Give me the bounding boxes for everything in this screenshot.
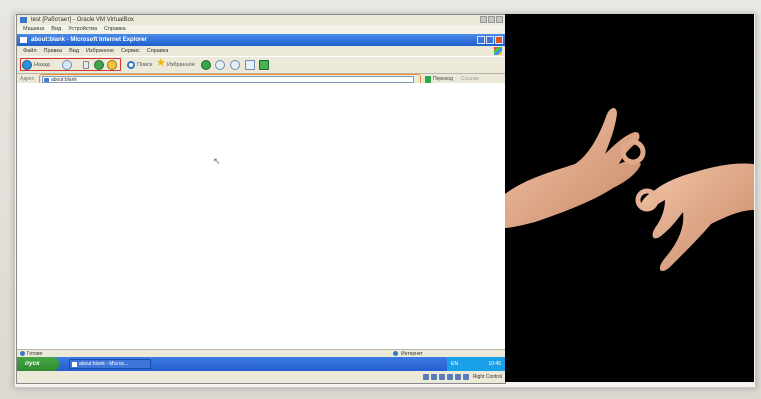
minimize-button[interactable] xyxy=(480,16,487,23)
ie-menu-view[interactable]: Вид xyxy=(69,46,79,56)
right-hand xyxy=(640,163,754,272)
ie-toolbar: Назад Поиск ★ Избранное xyxy=(17,56,505,74)
usb-icon[interactable] xyxy=(439,374,445,380)
mouse-integration-icon[interactable] xyxy=(463,374,469,380)
left-hand xyxy=(505,108,641,228)
windows-logo-icon xyxy=(494,47,502,55)
shared-folder-icon[interactable] xyxy=(455,374,461,380)
ie-titlebar: about:blank - Microsoft Internet Explore… xyxy=(17,34,505,46)
ie-icon xyxy=(20,37,27,43)
virtualbox-statusbar: Right Control xyxy=(17,371,505,383)
menu-view[interactable]: Вид xyxy=(51,25,61,34)
globe-icon xyxy=(20,351,25,356)
history-icon[interactable] xyxy=(215,60,225,70)
ie-task-icon xyxy=(72,362,77,367)
ie-menu-file[interactable]: Файл xyxy=(23,46,37,56)
close-button[interactable] xyxy=(496,16,503,23)
links-label[interactable]: Ссылки xyxy=(461,76,479,82)
windows-taskbar: пуск about:blank - Micros... EN 10:45 xyxy=(17,357,505,371)
window-controls xyxy=(480,16,503,23)
internet-zone-icon xyxy=(393,351,398,356)
cd-icon[interactable] xyxy=(431,374,437,380)
start-button[interactable]: пуск xyxy=(17,357,59,371)
search-icon[interactable] xyxy=(127,61,135,69)
signing-hands-illustration xyxy=(505,108,754,272)
virtualbox-window: test [Работает] - Oracle VM VirtualBox М… xyxy=(16,14,506,384)
search-label: Поиск xyxy=(137,62,153,68)
menu-help[interactable]: Справка xyxy=(104,25,126,34)
tray-clock: 10:45 xyxy=(488,361,501,367)
host-key-label: Right Control xyxy=(472,374,502,380)
go-arrow-icon[interactable] xyxy=(425,76,431,83)
sign-language-video xyxy=(505,14,754,382)
maximize-button[interactable] xyxy=(488,16,495,23)
tray-language[interactable]: EN xyxy=(451,357,458,371)
edit-icon[interactable] xyxy=(259,60,269,70)
taskbar-item[interactable]: about:blank - Micros... xyxy=(69,359,151,369)
ie-menu-tools[interactable]: Сервис xyxy=(121,46,140,56)
menu-machine[interactable]: Машина xyxy=(23,25,44,34)
network-icon[interactable] xyxy=(447,374,453,380)
toolbar-highlight xyxy=(20,58,121,71)
hdd-icon[interactable] xyxy=(423,374,429,380)
ie-close-button[interactable] xyxy=(495,36,503,44)
go-label[interactable]: Переход xyxy=(433,76,453,82)
ie-menu-edit[interactable]: Правка xyxy=(44,46,63,56)
mail-icon[interactable] xyxy=(230,60,240,70)
ie-menu-help[interactable]: Справка xyxy=(147,46,169,56)
ie-menu-favorites[interactable]: Избранное xyxy=(86,46,114,56)
system-tray: EN 10:45 xyxy=(447,357,505,371)
address-label: Адрес xyxy=(20,76,35,82)
device-icons xyxy=(423,374,469,380)
media-icon[interactable] xyxy=(201,60,211,70)
virtualbox-titlebar: test [Работает] - Oracle VM VirtualBox xyxy=(17,15,505,25)
ie-menubar: Файл Правка Вид Избранное Сервис Справка xyxy=(17,46,505,56)
print-icon[interactable] xyxy=(245,60,255,70)
favorites-label: Избранное xyxy=(167,62,195,68)
virtualbox-icon xyxy=(20,17,27,23)
ie-minimize-button[interactable] xyxy=(477,36,485,44)
ie-title: about:blank - Microsoft Internet Explore… xyxy=(31,37,148,43)
mouse-cursor-icon: ↖ xyxy=(213,156,221,166)
ie-maximize-button[interactable] xyxy=(486,36,494,44)
virtualbox-title: test [Работает] - Oracle VM VirtualBox xyxy=(31,17,134,23)
start-label: пуск xyxy=(25,360,40,367)
ie-window-controls xyxy=(477,36,503,44)
taskbar-item-label: about:blank - Micros... xyxy=(79,361,129,367)
page-content[interactable]: ↖ xyxy=(17,83,505,355)
menu-devices[interactable]: Устройства xyxy=(68,25,97,34)
virtualbox-menubar: Машина Вид Устройства Справка xyxy=(17,25,505,34)
favorites-star-icon[interactable]: ★ xyxy=(156,58,166,69)
